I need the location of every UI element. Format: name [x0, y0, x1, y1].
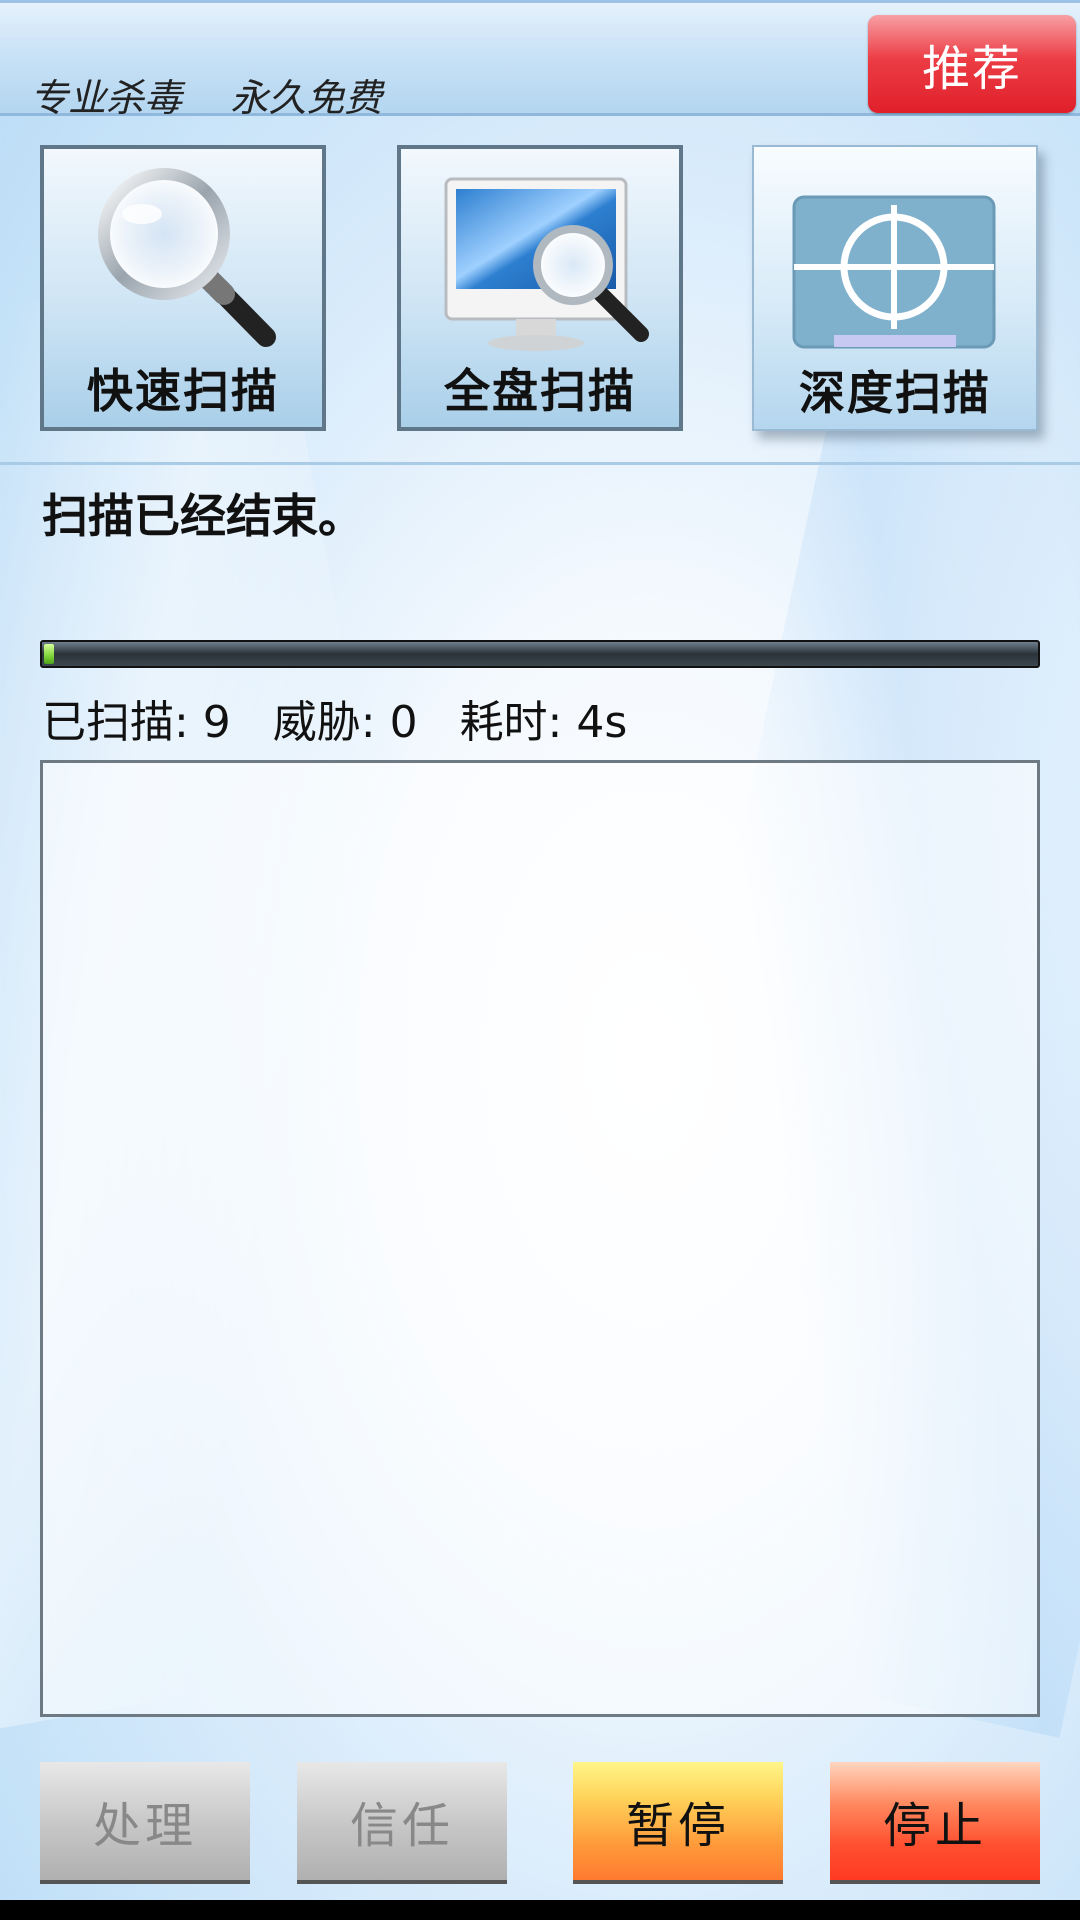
scan-progress-bar [40, 640, 1040, 668]
full-scan-label: 全盘扫描 [444, 364, 636, 418]
quick-scan-label: 快速扫描 [87, 364, 279, 418]
scan-stats: 已扫描: 9 威胁: 0 耗时: 4s [42, 686, 627, 750]
slogan-text: 专业杀毒 永久免费 [30, 76, 383, 120]
recommend-button[interactable]: 推荐 [868, 15, 1076, 113]
full-scan-button[interactable]: 全盘扫描 [397, 145, 683, 431]
scan-result-list[interactable] [40, 760, 1040, 1717]
threat-count: 威胁: 0 [272, 697, 418, 748]
scan-status-text: 扫描已经结束。 [42, 489, 364, 543]
trust-button[interactable]: 信任 [297, 1762, 507, 1884]
quick-scan-button[interactable]: 快速扫描 [40, 145, 326, 431]
divider [0, 462, 1080, 465]
scanned-count: 已扫描: 9 [42, 697, 231, 748]
bottom-bar [0, 1900, 1080, 1920]
pause-button[interactable]: 暂停 [573, 1762, 783, 1884]
stop-button[interactable]: 停止 [830, 1762, 1040, 1884]
elapsed-time: 耗时: 4s [459, 697, 628, 748]
deep-scan-button[interactable]: 深度扫描 [752, 145, 1038, 431]
app-header: 专业杀毒 永久免费 推荐 [0, 0, 1080, 120]
magnifier-icon [44, 159, 322, 359]
progress-fill [44, 644, 54, 664]
handle-button[interactable]: 处理 [40, 1762, 250, 1884]
crosshair-target-icon [754, 157, 1036, 357]
computer-magnifier-icon [401, 159, 679, 359]
deep-scan-label: 深度扫描 [799, 366, 991, 420]
